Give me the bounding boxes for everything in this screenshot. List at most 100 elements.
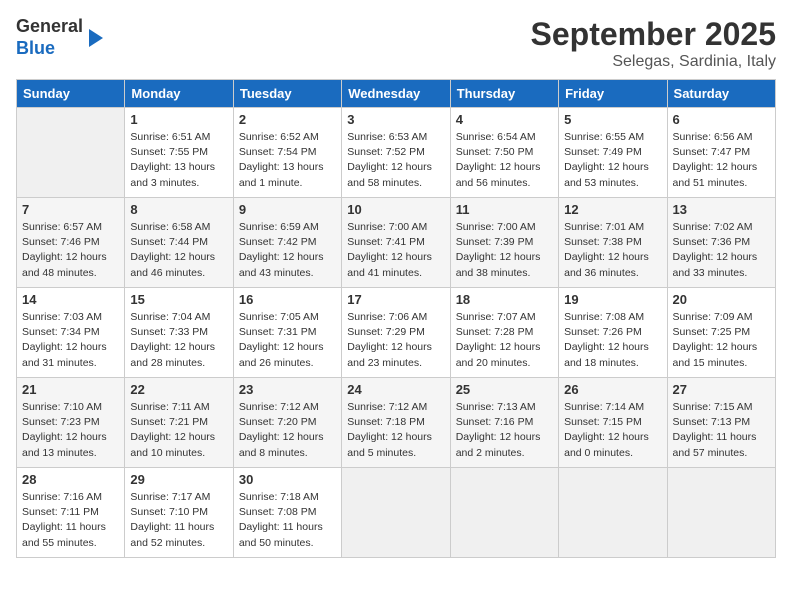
daylight-text: Daylight: 12 hours and 31 minutes. [22,341,107,368]
daylight-text: Daylight: 12 hours and 0 minutes. [564,431,649,458]
sunset-text: Sunset: 7:25 PM [673,326,751,338]
sunrise-text: Sunrise: 7:15 AM [673,401,753,413]
day-info: Sunrise: 7:15 AM Sunset: 7:13 PM Dayligh… [673,400,770,461]
sunrise-text: Sunrise: 6:51 AM [130,131,210,143]
sunset-text: Sunset: 7:20 PM [239,416,317,428]
sunset-text: Sunset: 7:49 PM [564,146,642,158]
calendar-cell: 10 Sunrise: 7:00 AM Sunset: 7:41 PM Dayl… [342,198,450,288]
sunset-text: Sunset: 7:21 PM [130,416,208,428]
day-number: 5 [564,112,661,127]
day-info: Sunrise: 6:54 AM Sunset: 7:50 PM Dayligh… [456,130,553,191]
daylight-text: Daylight: 12 hours and 53 minutes. [564,161,649,188]
calendar-cell [450,468,558,558]
daylight-text: Daylight: 12 hours and 20 minutes. [456,341,541,368]
daylight-text: Daylight: 12 hours and 15 minutes. [673,341,758,368]
sunrise-text: Sunrise: 7:09 AM [673,311,753,323]
day-info: Sunrise: 6:57 AM Sunset: 7:46 PM Dayligh… [22,220,119,281]
location-title: Selegas, Sardinia, Italy [531,53,776,71]
logo-blue: Blue [16,38,55,58]
calendar-cell: 19 Sunrise: 7:08 AM Sunset: 7:26 PM Dayl… [559,288,667,378]
logo-general: General [16,16,83,36]
daylight-text: Daylight: 12 hours and 26 minutes. [239,341,324,368]
day-header-wednesday: Wednesday [342,80,450,108]
day-header-sunday: Sunday [17,80,125,108]
calendar-cell: 3 Sunrise: 6:53 AM Sunset: 7:52 PM Dayli… [342,108,450,198]
day-number: 26 [564,382,661,397]
daylight-text: Daylight: 12 hours and 51 minutes. [673,161,758,188]
day-info: Sunrise: 6:58 AM Sunset: 7:44 PM Dayligh… [130,220,227,281]
day-info: Sunrise: 7:01 AM Sunset: 7:38 PM Dayligh… [564,220,661,281]
day-header-tuesday: Tuesday [233,80,341,108]
daylight-text: Daylight: 12 hours and 38 minutes. [456,251,541,278]
daylight-text: Daylight: 12 hours and 48 minutes. [22,251,107,278]
day-number: 15 [130,292,227,307]
day-number: 20 [673,292,770,307]
sunset-text: Sunset: 7:26 PM [564,326,642,338]
day-number: 27 [673,382,770,397]
sunrise-text: Sunrise: 7:14 AM [564,401,644,413]
calendar-cell: 12 Sunrise: 7:01 AM Sunset: 7:38 PM Dayl… [559,198,667,288]
sunset-text: Sunset: 7:23 PM [22,416,100,428]
day-info: Sunrise: 6:59 AM Sunset: 7:42 PM Dayligh… [239,220,336,281]
day-info: Sunrise: 6:51 AM Sunset: 7:55 PM Dayligh… [130,130,227,191]
day-number: 9 [239,202,336,217]
day-number: 12 [564,202,661,217]
day-number: 11 [456,202,553,217]
day-number: 19 [564,292,661,307]
calendar-body: 1 Sunrise: 6:51 AM Sunset: 7:55 PM Dayli… [17,108,776,558]
calendar-cell: 23 Sunrise: 7:12 AM Sunset: 7:20 PM Dayl… [233,378,341,468]
sunrise-text: Sunrise: 7:00 AM [456,221,536,233]
daylight-text: Daylight: 13 hours and 3 minutes. [130,161,215,188]
month-title: September 2025 [531,16,776,53]
day-info: Sunrise: 7:00 AM Sunset: 7:41 PM Dayligh… [347,220,444,281]
sunrise-text: Sunrise: 7:16 AM [22,491,102,503]
daylight-text: Daylight: 12 hours and 33 minutes. [673,251,758,278]
day-number: 21 [22,382,119,397]
sunset-text: Sunset: 7:29 PM [347,326,425,338]
sunrise-text: Sunrise: 7:12 AM [347,401,427,413]
calendar-cell: 21 Sunrise: 7:10 AM Sunset: 7:23 PM Dayl… [17,378,125,468]
calendar-cell: 17 Sunrise: 7:06 AM Sunset: 7:29 PM Dayl… [342,288,450,378]
sunrise-text: Sunrise: 6:58 AM [130,221,210,233]
day-number: 22 [130,382,227,397]
daylight-text: Daylight: 12 hours and 5 minutes. [347,431,432,458]
sunset-text: Sunset: 7:18 PM [347,416,425,428]
sunrise-text: Sunrise: 7:11 AM [130,401,209,413]
day-number: 7 [22,202,119,217]
calendar-cell: 11 Sunrise: 7:00 AM Sunset: 7:39 PM Dayl… [450,198,558,288]
day-info: Sunrise: 6:56 AM Sunset: 7:47 PM Dayligh… [673,130,770,191]
day-header-thursday: Thursday [450,80,558,108]
calendar-cell: 14 Sunrise: 7:03 AM Sunset: 7:34 PM Dayl… [17,288,125,378]
day-info: Sunrise: 7:10 AM Sunset: 7:23 PM Dayligh… [22,400,119,461]
sunset-text: Sunset: 7:41 PM [347,236,425,248]
calendar-cell: 8 Sunrise: 6:58 AM Sunset: 7:44 PM Dayli… [125,198,233,288]
daylight-text: Daylight: 11 hours and 52 minutes. [130,521,214,548]
logo: General Blue [16,16,103,59]
calendar-cell: 25 Sunrise: 7:13 AM Sunset: 7:16 PM Dayl… [450,378,558,468]
calendar-header-row: SundayMondayTuesdayWednesdayThursdayFrid… [17,80,776,108]
sunrise-text: Sunrise: 7:13 AM [456,401,536,413]
day-info: Sunrise: 7:12 AM Sunset: 7:18 PM Dayligh… [347,400,444,461]
calendar-cell: 1 Sunrise: 6:51 AM Sunset: 7:55 PM Dayli… [125,108,233,198]
daylight-text: Daylight: 13 hours and 1 minute. [239,161,324,188]
calendar-table: SundayMondayTuesdayWednesdayThursdayFrid… [16,79,776,558]
day-info: Sunrise: 7:17 AM Sunset: 7:10 PM Dayligh… [130,490,227,551]
calendar-cell: 5 Sunrise: 6:55 AM Sunset: 7:49 PM Dayli… [559,108,667,198]
sunrise-text: Sunrise: 6:52 AM [239,131,319,143]
day-number: 8 [130,202,227,217]
day-number: 25 [456,382,553,397]
sunrise-text: Sunrise: 6:53 AM [347,131,427,143]
sunset-text: Sunset: 7:11 PM [22,506,99,518]
day-number: 23 [239,382,336,397]
daylight-text: Daylight: 12 hours and 56 minutes. [456,161,541,188]
calendar-week-2: 7 Sunrise: 6:57 AM Sunset: 7:46 PM Dayli… [17,198,776,288]
daylight-text: Daylight: 12 hours and 28 minutes. [130,341,215,368]
calendar-cell: 13 Sunrise: 7:02 AM Sunset: 7:36 PM Dayl… [667,198,775,288]
sunrise-text: Sunrise: 6:59 AM [239,221,319,233]
calendar-cell: 26 Sunrise: 7:14 AM Sunset: 7:15 PM Dayl… [559,378,667,468]
sunset-text: Sunset: 7:33 PM [130,326,208,338]
sunrise-text: Sunrise: 7:02 AM [673,221,753,233]
daylight-text: Daylight: 12 hours and 58 minutes. [347,161,432,188]
sunrise-text: Sunrise: 6:54 AM [456,131,536,143]
daylight-text: Daylight: 12 hours and 18 minutes. [564,341,649,368]
